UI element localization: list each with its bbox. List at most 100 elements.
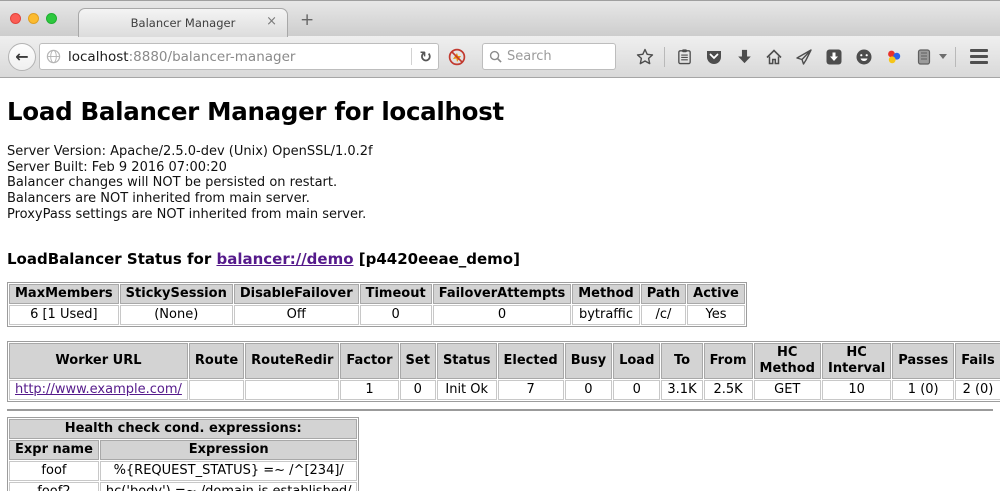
worker-url-cell: http://www.example.com/: [9, 380, 188, 400]
toolbar-icons: [630, 47, 1000, 67]
balancer-demo-link[interactable]: balancer://demo: [216, 250, 353, 268]
notice-line: Balancers are NOT inherited from main se…: [7, 191, 993, 207]
clipboard-icon[interactable]: [675, 48, 693, 66]
dropdown-caret-icon[interactable]: [939, 54, 947, 59]
table-cell: 0: [613, 380, 660, 400]
traffic-lights: [10, 13, 57, 24]
table-cell: (None): [120, 305, 233, 325]
table-header-cell: Expr name: [9, 440, 99, 460]
table-header-cell: DisableFailover: [234, 284, 359, 304]
fullscreen-window-button[interactable]: [46, 13, 57, 24]
back-button[interactable]: ←: [8, 43, 36, 71]
worker-status-table: Worker URL Route RouteRedir Factor Set S…: [7, 341, 1000, 402]
search-box[interactable]: [482, 43, 616, 70]
table-header-row: Expr name Expression: [9, 440, 357, 460]
table-cell: [245, 380, 339, 400]
tab-bar: Balancer Manager × +: [0, 0, 1000, 36]
worker-url-link[interactable]: http://www.example.com/: [15, 382, 182, 397]
table-cell: 3.1K: [661, 380, 702, 400]
chat-smiley-icon[interactable]: [855, 48, 873, 66]
minimize-window-button[interactable]: [28, 13, 39, 24]
table-cell: 7: [498, 380, 564, 400]
new-tab-button[interactable]: +: [300, 10, 314, 30]
table-header-cell: Method: [572, 284, 639, 304]
loadbalancer-status-heading: LoadBalancer Status for balancer://demo …: [7, 250, 993, 268]
table-row: foof %{REQUEST_STATUS} =~ /^[234]/: [9, 461, 357, 481]
page-title: Load Balancer Manager for localhost: [7, 97, 993, 126]
search-input[interactable]: [507, 49, 597, 64]
reload-button[interactable]: ↻: [419, 48, 432, 66]
url-domain: localhost: [68, 49, 129, 65]
balancer-status-table: MaxMembers StickySession DisableFailover…: [7, 282, 747, 327]
table-cell: [189, 380, 244, 400]
table-row: http://www.example.com/ 1 0 Init Ok 7 0 …: [9, 380, 1000, 400]
table-cell: bytraffic: [572, 305, 639, 325]
table-header-cell: Route: [189, 343, 244, 379]
status-heading-prefix: LoadBalancer Status for: [7, 250, 216, 268]
table-cell: 0: [433, 305, 572, 325]
download-box-icon[interactable]: [825, 48, 843, 66]
table-cell: Init Ok: [437, 380, 497, 400]
expr-name-cell: foof: [9, 461, 99, 481]
archive-icon[interactable]: [915, 48, 933, 66]
table-cell: 6 [1 Used]: [9, 305, 119, 325]
navigation-toolbar: ← localhost:8880/balancer-manager ↻: [0, 36, 1000, 78]
blocked-plugin-icon[interactable]: [448, 48, 466, 66]
page-content: Load Balancer Manager for localhost Serv…: [0, 78, 1000, 491]
table-header-cell: Timeout: [360, 284, 432, 304]
server-info: Server Version: Apache/2.5.0-dev (Unix) …: [7, 144, 993, 223]
urlbar-divider: [411, 48, 412, 65]
table-header-cell: To: [661, 343, 702, 379]
search-icon: [489, 50, 502, 63]
toolbar-divider: [664, 47, 665, 67]
table-header-cell: HC Interval: [822, 343, 891, 379]
table-header-cell: Path: [641, 284, 686, 304]
notice-line: ProxyPass settings are NOT inherited fro…: [7, 207, 993, 223]
notice-line: Balancer changes will NOT be persisted o…: [7, 175, 993, 191]
url-bar[interactable]: localhost:8880/balancer-manager ↻: [39, 43, 439, 70]
close-window-button[interactable]: [10, 13, 21, 24]
status-heading-suffix: [p4420eeae_demo]: [354, 250, 520, 268]
send-plane-icon[interactable]: [795, 48, 813, 66]
table-cell: 2.5K: [704, 380, 753, 400]
table-header-cell: Load: [613, 343, 660, 379]
table-header-cell: Passes: [892, 343, 954, 379]
table-cell: 0: [400, 380, 436, 400]
tab-title: Balancer Manager: [131, 16, 236, 30]
table-header-row: Worker URL Route RouteRedir Factor Set S…: [9, 343, 1000, 379]
tab-balancer-manager[interactable]: Balancer Manager ×: [78, 8, 288, 37]
browser-window: Balancer Manager × + ← localhost:8880/ba…: [0, 0, 1000, 491]
table-cell: 2 (0): [955, 380, 1000, 400]
table-header-cell: Elected: [498, 343, 564, 379]
table-title-row: Health check cond. expressions:: [9, 419, 357, 439]
table-cell: 1: [340, 380, 398, 400]
table-cell: 10: [822, 380, 891, 400]
table-cell: /c/: [641, 305, 686, 325]
download-arrow-icon[interactable]: [735, 48, 753, 66]
table-row: 6 [1 Used] (None) Off 0 0 bytraffic /c/ …: [9, 305, 745, 325]
url-path: :8880/balancer-manager: [129, 49, 296, 65]
server-version-line: Server Version: Apache/2.5.0-dev (Unix) …: [7, 144, 993, 160]
table-cell: Off: [234, 305, 359, 325]
table-header-cell: Active: [687, 284, 745, 304]
table-header-cell: Factor: [340, 343, 398, 379]
url-text[interactable]: localhost:8880/balancer-manager: [68, 49, 404, 65]
globe-icon: [46, 49, 61, 64]
table-header-cell: Worker URL: [9, 343, 188, 379]
server-built-line: Server Built: Feb 9 2016 07:00:20: [7, 160, 993, 176]
expr-name-cell: foof2: [9, 482, 99, 491]
toolbar-divider: [955, 47, 956, 67]
table-header-cell: Expression: [100, 440, 358, 460]
bookmark-star-icon[interactable]: [636, 48, 654, 66]
horizontal-rule: [7, 409, 993, 411]
menu-icon[interactable]: [970, 49, 988, 64]
home-icon[interactable]: [765, 48, 783, 66]
table-header-cell: HC Method: [754, 343, 821, 379]
close-tab-icon[interactable]: ×: [266, 14, 277, 29]
table-header-cell: RouteRedir: [245, 343, 339, 379]
table-header-cell: Fails: [955, 343, 1000, 379]
expression-cell: hc('body') =~ /domain is established/: [100, 482, 358, 491]
table-row: foof2 hc('body') =~ /domain is establish…: [9, 482, 357, 491]
colored-balls-icon[interactable]: [885, 48, 903, 66]
pocket-icon[interactable]: [705, 48, 723, 66]
